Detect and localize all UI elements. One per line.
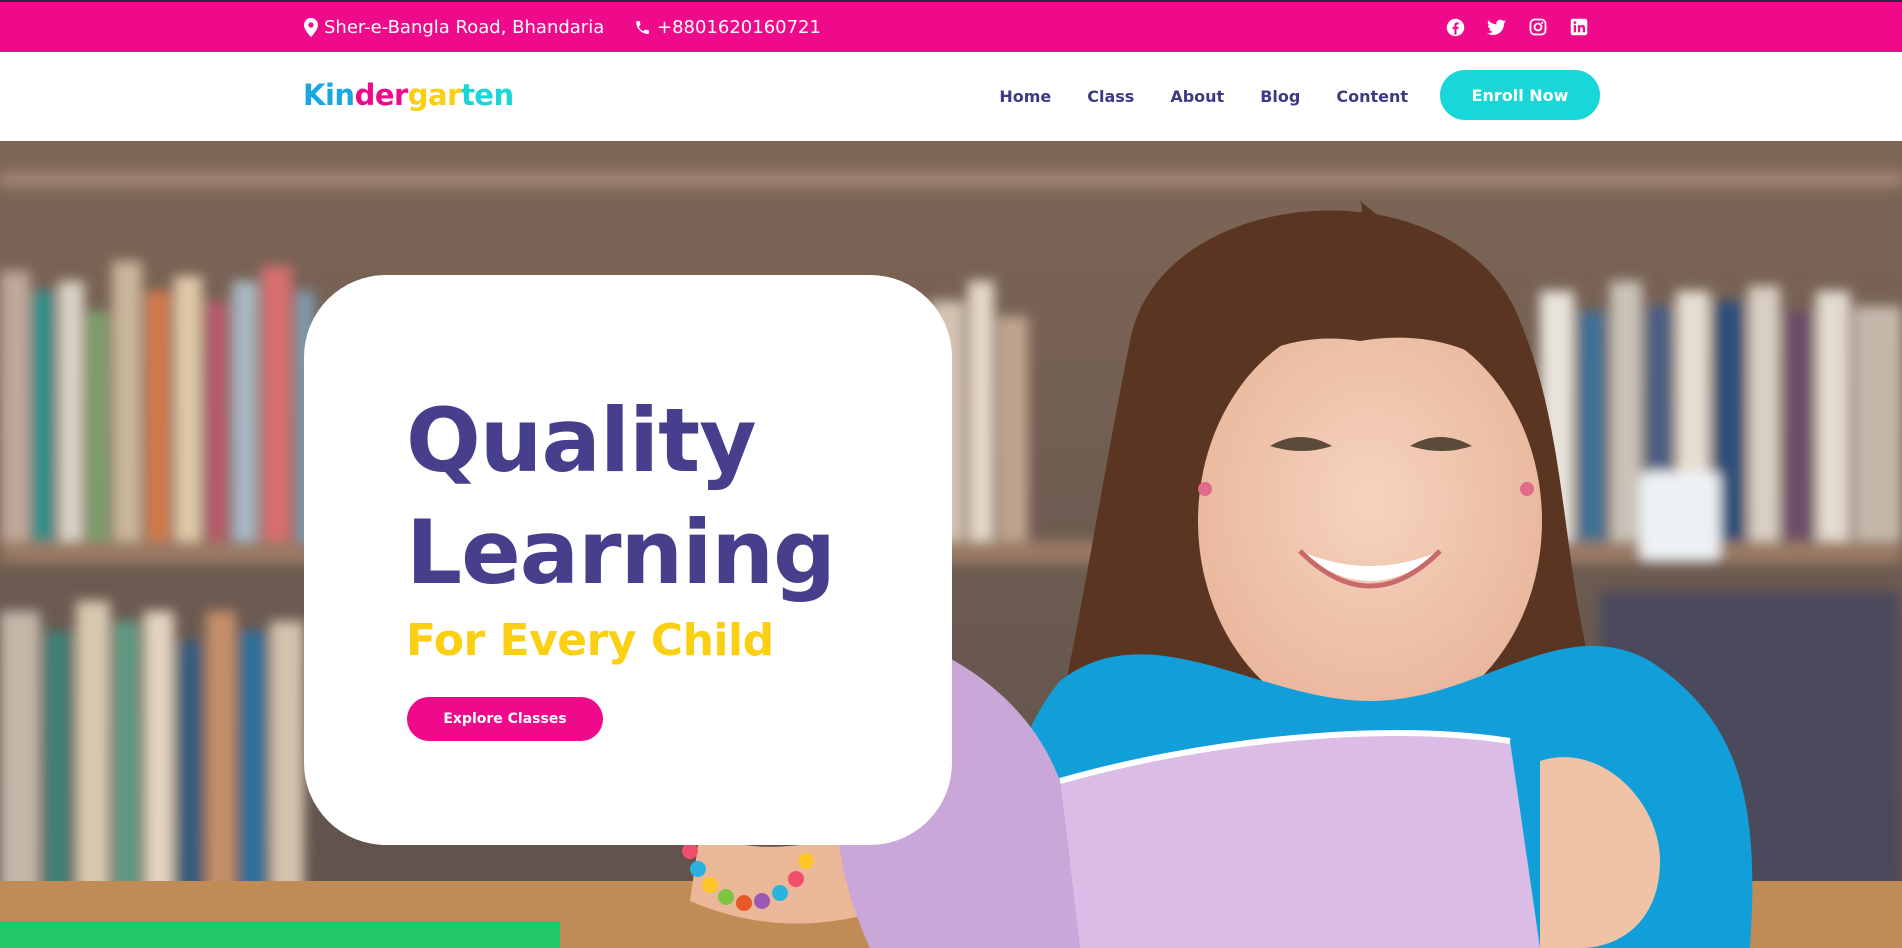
top-contact-bar: Sher-e-Bangla Road, Bhandaria +880162016… — [0, 0, 1902, 52]
nav-menu: Home Class About Blog Content — [999, 52, 1408, 141]
enroll-now-button[interactable]: Enroll Now — [1440, 70, 1600, 120]
hero-subheadline: For Every Child — [406, 615, 774, 666]
phone-text: +8801620160721 — [657, 16, 821, 38]
logo-part-kin: Kin — [303, 78, 355, 112]
explore-classes-button[interactable]: Explore Classes — [407, 697, 603, 741]
map-pin-icon — [304, 17, 318, 37]
instagram-icon[interactable] — [1528, 18, 1547, 37]
site-logo[interactable]: Kindergarten — [303, 78, 514, 112]
facebook-icon[interactable] — [1446, 18, 1465, 37]
phone-icon — [634, 19, 651, 36]
twitter-icon[interactable] — [1487, 18, 1506, 37]
logo-part-ten: ten — [460, 78, 514, 112]
social-links — [1446, 2, 1588, 52]
logo-part-der: der — [354, 78, 409, 112]
nav-class-link[interactable]: Class — [1087, 87, 1134, 106]
linkedin-icon[interactable] — [1569, 18, 1588, 37]
nav-home-link[interactable]: Home — [999, 87, 1051, 106]
nav-blog-link[interactable]: Blog — [1260, 87, 1300, 106]
main-navbar: Kindergarten Home Class About Blog Conte… — [0, 52, 1902, 141]
address-text: Sher-e-Bangla Road, Bhandaria — [324, 16, 605, 38]
phone-contact[interactable]: +8801620160721 — [634, 2, 821, 52]
nav-content-link[interactable]: Content — [1336, 87, 1408, 106]
logo-part-gar: gar — [407, 78, 462, 112]
hero-card: Quality Learning For Every Child Explore… — [304, 275, 952, 845]
nav-about-link[interactable]: About — [1170, 87, 1224, 106]
headline-line-2: Learning — [406, 501, 836, 604]
hero-section: Quality Learning For Every Child Explore… — [0, 141, 1902, 948]
headline-line-1: Quality — [406, 389, 757, 492]
address-contact: Sher-e-Bangla Road, Bhandaria — [304, 2, 604, 52]
hero-headline: Quality Learning — [406, 385, 836, 609]
